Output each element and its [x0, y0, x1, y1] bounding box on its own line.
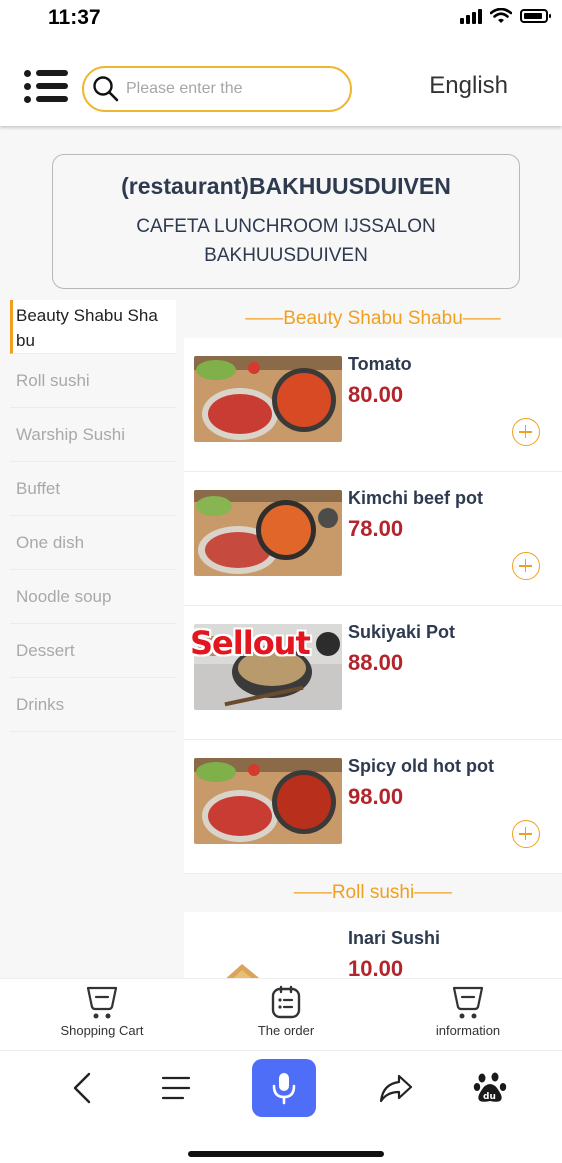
main-content: (restaurant)BAKHUUSDUIVEN CAFETA LUNCHRO… [0, 126, 562, 978]
wifi-icon [490, 8, 512, 23]
add-to-cart-button[interactable] [512, 820, 540, 848]
back-icon [73, 1072, 91, 1104]
product-item[interactable]: Kimchi beef pot 78.00 [184, 472, 562, 606]
product-price: 80.00 [348, 382, 404, 407]
product-price: 78.00 [348, 516, 404, 541]
baidu-paw-icon: du [473, 1072, 507, 1102]
product-price: 98.00 [348, 784, 404, 809]
signal-icon [460, 8, 482, 24]
battery-icon [520, 9, 551, 23]
tab-label: Shopping Cart [60, 1023, 144, 1038]
category-item-drinks[interactable]: Drinks [10, 678, 176, 732]
shopping-cart-icon [86, 986, 118, 1019]
product-image [194, 356, 342, 442]
product-item[interactable]: Sellout Sukiyaki Pot 88.00 [184, 606, 562, 740]
shopping-cart-icon [452, 986, 484, 1019]
product-name: Spicy old hot pot [348, 756, 494, 776]
microphone-icon [272, 1073, 296, 1105]
restaurant-name: (restaurant)BAKHUUSDUIVEN [121, 173, 451, 199]
restaurant-card: (restaurant)BAKHUUSDUIVEN CAFETA LUNCHRO… [52, 154, 520, 289]
product-item[interactable]: Tomato 80.00 [184, 338, 562, 472]
home-indicator[interactable] [188, 1151, 384, 1157]
category-item-warship-sushi[interactable]: Warship Sushi [10, 408, 176, 462]
tab-the-order[interactable]: The order [216, 981, 356, 1038]
add-to-cart-button[interactable] [512, 552, 540, 580]
category-item-dessert[interactable]: Dessert [10, 624, 176, 678]
product-list: ——Beauty Shabu Shabu—— Tomato 80.00 Kimc… [184, 300, 562, 978]
menu-icon [24, 70, 70, 78]
product-item[interactable]: Inari Sushi 10.00 [184, 912, 562, 978]
section-title: ——Beauty Shabu Shabu—— [245, 308, 501, 329]
restaurant-subtitle: CAFETA LUNCHROOM IJSSALON BAKHUUSDUIVEN [136, 216, 436, 266]
product-price: 10.00 [348, 956, 404, 978]
category-item-one-dish[interactable]: One dish [10, 516, 176, 570]
product-name: Kimchi beef pot [348, 488, 484, 508]
category-item-noodle-soup[interactable]: Noodle soup [10, 570, 176, 624]
menu-button[interactable] [24, 70, 70, 106]
tab-shopping-cart[interactable]: Shopping Cart [32, 981, 172, 1038]
tab-label: The order [257, 1023, 315, 1038]
status-icons [460, 8, 551, 24]
product-price: 88.00 [348, 650, 404, 675]
baidu-button[interactable]: du [458, 1059, 522, 1117]
product-image [194, 930, 342, 978]
app-header: English [0, 50, 562, 126]
voice-button[interactable] [252, 1059, 316, 1117]
status-bar: 11:37 [0, 0, 562, 44]
search-input[interactable] [126, 80, 346, 98]
order-icon [271, 985, 301, 1019]
add-to-cart-button[interactable] [512, 418, 540, 446]
svg-text:du: du [483, 1092, 496, 1102]
status-time: 11:37 [48, 6, 101, 29]
category-item-beauty-shabu[interactable]: Beauty Shabu Sha bu [10, 300, 176, 354]
sellout-badge: Sellout [190, 624, 311, 662]
tab-label: information [435, 1023, 501, 1038]
product-name: Tomato [348, 354, 412, 374]
category-item-buffet[interactable]: Buffet [10, 462, 176, 516]
search-box[interactable] [82, 66, 352, 112]
product-image [194, 490, 342, 576]
product-item[interactable]: Spicy old hot pot 98.00 [184, 740, 562, 874]
share-button[interactable] [364, 1059, 428, 1117]
share-icon [379, 1074, 413, 1103]
section-title: ——Roll sushi—— [293, 882, 453, 903]
product-image [194, 758, 342, 844]
product-name: Inari Sushi [348, 928, 441, 948]
tab-information[interactable]: information [398, 981, 538, 1038]
search-icon [93, 76, 119, 102]
category-sidebar: Beauty Shabu Sha bu Roll sushi Warship S… [10, 300, 176, 732]
hamburger-icon [161, 1076, 191, 1100]
language-switch[interactable]: English [429, 72, 508, 100]
product-name: Sukiyaki Pot [348, 622, 456, 642]
browser-toolbar: du [0, 1050, 562, 1163]
category-item-roll-sushi[interactable]: Roll sushi [10, 354, 176, 408]
back-button[interactable] [50, 1059, 114, 1117]
menu-lines-button[interactable] [144, 1059, 208, 1117]
bottom-tab-bar: Shopping Cart The order information [0, 978, 562, 1050]
